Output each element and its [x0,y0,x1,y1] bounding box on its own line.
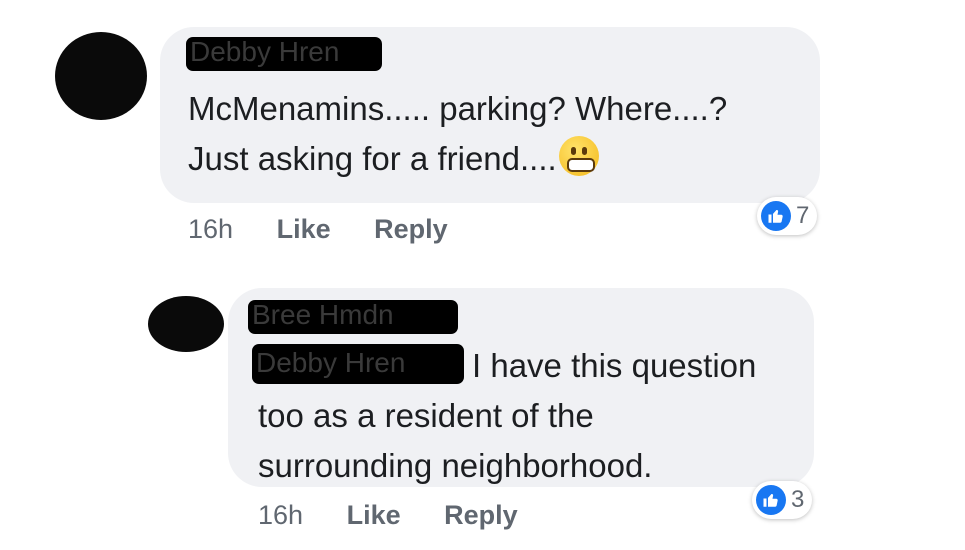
thumbs-up-icon [761,201,791,231]
comment-line: surrounding neighborhood. [258,447,653,484]
comment-line: McMenamins..... parking? Where....? [188,90,728,127]
reaction-badge[interactable]: 3 [752,481,813,519]
grimacing-face-emoji-icon [558,136,599,176]
timestamp[interactable]: 16h [258,500,303,530]
author-name-redacted[interactable]: Bree Hmdn [248,300,458,334]
comment-actions: 16h Like Reply [188,214,484,244]
comment-text: McMenamins..... parking? Where....? Just… [188,84,808,184]
comment-line: Just asking for a friend.... [188,134,808,184]
comment-line-text: Just asking for a friend.... [188,140,557,177]
author-name-redacted[interactable]: Debby Hren [186,37,382,71]
reaction-count: 7 [796,202,810,229]
thumbs-up-icon [756,485,786,515]
avatar[interactable] [148,296,224,352]
timestamp[interactable]: 16h [188,214,233,244]
reply-button[interactable]: Reply [444,500,518,530]
comment-line-text: I have this question [472,347,757,384]
avatar[interactable] [55,32,147,120]
like-button[interactable]: Like [277,214,331,244]
like-button[interactable]: Like [347,500,401,530]
reaction-badge[interactable]: 7 [757,197,818,235]
reply-button[interactable]: Reply [374,214,448,244]
comment-line: too as a resident of the [258,397,594,434]
reaction-count: 3 [791,486,805,513]
comment-line: I have this question [258,341,798,391]
comment-thread: Debby Hren McMenamins..... parking? Wher… [0,0,965,550]
comment-text: I have this question too as a resident o… [258,341,798,491]
comment-actions: 16h Like Reply [258,500,554,530]
